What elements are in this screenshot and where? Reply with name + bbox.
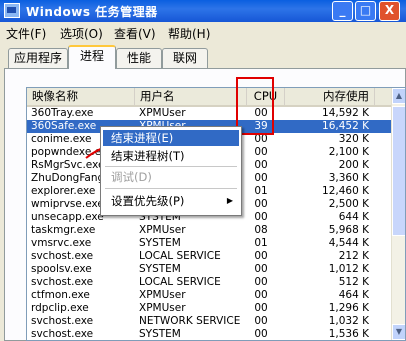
- list-header: 映像名称 用户名 CPU 内存使用: [27, 88, 393, 107]
- process-memory: 14,592 K: [322, 107, 369, 119]
- tab-strip: 应用程序 进程 性能 联网: [0, 44, 406, 69]
- tab-performance[interactable]: 性能: [116, 48, 162, 68]
- menu-separator: [105, 188, 237, 189]
- process-cpu: 00: [254, 159, 268, 171]
- table-row[interactable]: 360Tray.exe XPMUser 00 14,592 K: [27, 107, 393, 120]
- process-memory: 1,296 K: [328, 302, 369, 314]
- tab-applications[interactable]: 应用程序: [8, 48, 68, 68]
- process-memory: 644 K: [338, 211, 369, 223]
- close-button[interactable]: X: [379, 1, 400, 21]
- process-user: XPMUser: [139, 302, 186, 314]
- process-memory: 200 K: [338, 159, 369, 171]
- process-cpu: 01: [254, 237, 268, 249]
- process-memory: 212 K: [338, 250, 369, 262]
- process-name: spoolsv.exe: [31, 263, 92, 275]
- scroll-up-arrow-icon[interactable]: ▲: [392, 88, 405, 104]
- process-cpu: 00: [254, 302, 268, 314]
- process-name: svchost.exe: [31, 315, 94, 327]
- process-user: XPMUser: [139, 224, 186, 236]
- window-title: Windows 任务管理器: [26, 5, 158, 19]
- column-header-user[interactable]: 用户名: [135, 88, 247, 105]
- menu-end-process-tree[interactable]: 结束进程树(T): [103, 148, 239, 164]
- column-header-name[interactable]: 映像名称: [27, 88, 135, 105]
- process-cpu: 01: [254, 185, 268, 197]
- table-row[interactable]: ctfmon.exe XPMUser 00 464 K: [27, 289, 393, 302]
- submenu-arrow-icon: ▶: [226, 196, 233, 205]
- table-row[interactable]: rdpclip.exe XPMUser 00 1,296 K: [27, 302, 393, 315]
- menu-set-priority-label: 设置优先级(P): [111, 194, 185, 208]
- table-row[interactable]: taskmgr.exe XPMUser 08 5,968 K: [27, 224, 393, 237]
- process-cpu: 00: [254, 328, 268, 340]
- tab-processes[interactable]: 进程: [68, 45, 116, 69]
- process-memory: 512 K: [338, 276, 369, 288]
- column-header-memory[interactable]: 内存使用: [285, 88, 375, 105]
- task-manager-icon: [4, 3, 20, 18]
- process-cpu: 00: [254, 211, 268, 223]
- process-memory: 464 K: [338, 289, 369, 301]
- scroll-down-arrow-icon[interactable]: ▼: [392, 324, 405, 340]
- process-cpu: 00: [254, 289, 268, 301]
- menu-end-process[interactable]: 结束进程(E): [103, 130, 239, 146]
- scroll-thumb[interactable]: [392, 106, 405, 236]
- table-row[interactable]: spoolsv.exe SYSTEM 00 1,012 K: [27, 263, 393, 276]
- process-cpu: 08: [254, 224, 268, 236]
- menu-file[interactable]: 文件(F): [6, 25, 46, 42]
- process-user: SYSTEM: [139, 263, 181, 275]
- process-name: svchost.exe: [31, 276, 94, 288]
- process-memory: 3,360 K: [328, 172, 369, 184]
- process-memory: 16,452 K: [322, 120, 369, 132]
- process-user: SYSTEM: [139, 237, 181, 249]
- process-name: svchost.exe: [31, 250, 94, 262]
- process-cpu: 00: [254, 315, 268, 327]
- process-user: LOCAL SERVICE: [139, 250, 221, 262]
- process-cpu: 00: [254, 172, 268, 184]
- table-row[interactable]: svchost.exe LOCAL SERVICE 00 512 K: [27, 276, 393, 289]
- process-memory: 1,012 K: [328, 263, 369, 275]
- context-menu: 结束进程(E) 结束进程树(T) 调试(D) 设置优先级(P) ▶: [100, 126, 242, 216]
- process-cpu: 00: [254, 263, 268, 275]
- menu-options[interactable]: 选项(O): [60, 25, 103, 42]
- process-user: XPMUser: [139, 107, 186, 119]
- table-row[interactable]: svchost.exe LOCAL SERVICE 00 212 K: [27, 250, 393, 263]
- minimize-button[interactable]: _: [332, 1, 353, 21]
- process-name: taskmgr.exe: [31, 224, 96, 236]
- process-memory: 2,100 K: [328, 146, 369, 158]
- process-name: 360Tray.exe: [31, 107, 94, 119]
- process-cpu: 00: [254, 250, 268, 262]
- maximize-button[interactable]: □: [355, 1, 376, 21]
- menu-bar: 文件(F) 选项(O) 查看(V) 帮助(H): [0, 22, 406, 42]
- process-memory: 4,544 K: [328, 237, 369, 249]
- process-memory: 12,460 K: [322, 185, 369, 197]
- table-row[interactable]: svchost.exe SYSTEM 00 1,536 K: [27, 328, 393, 340]
- menu-separator: [105, 166, 237, 167]
- menu-set-priority[interactable]: 设置优先级(P) ▶: [103, 193, 239, 209]
- process-memory: 320 K: [338, 133, 369, 145]
- process-name: vmsrvc.exe: [31, 237, 92, 249]
- vertical-scrollbar[interactable]: ▲ ▼: [391, 88, 405, 340]
- process-user: LOCAL SERVICE: [139, 276, 221, 288]
- process-user: SYSTEM: [139, 328, 181, 340]
- process-cpu: 00: [254, 276, 268, 288]
- menu-view[interactable]: 查看(V): [114, 25, 156, 42]
- process-cpu: 00: [254, 198, 268, 210]
- process-name: rdpclip.exe: [31, 302, 89, 314]
- process-memory: 1,032 K: [328, 315, 369, 327]
- table-row[interactable]: svchost.exe NETWORK SERVICE 00 1,032 K: [27, 315, 393, 328]
- menu-help[interactable]: 帮助(H): [168, 25, 210, 42]
- title-bar[interactable]: Windows 任务管理器 _ □ X: [0, 0, 406, 22]
- menu-debug: 调试(D): [111, 170, 152, 184]
- process-memory: 1,536 K: [328, 328, 369, 340]
- process-memory: 2,500 K: [328, 198, 369, 210]
- process-name: svchost.exe: [31, 328, 94, 340]
- tab-networking[interactable]: 联网: [162, 48, 208, 68]
- table-row[interactable]: vmsrvc.exe SYSTEM 01 4,544 K: [27, 237, 393, 250]
- process-name: ctfmon.exe: [31, 289, 90, 301]
- process-cpu: 00: [254, 146, 268, 158]
- process-user: NETWORK SERVICE: [139, 315, 241, 327]
- process-user: XPMUser: [139, 289, 186, 301]
- process-memory: 5,968 K: [328, 224, 369, 236]
